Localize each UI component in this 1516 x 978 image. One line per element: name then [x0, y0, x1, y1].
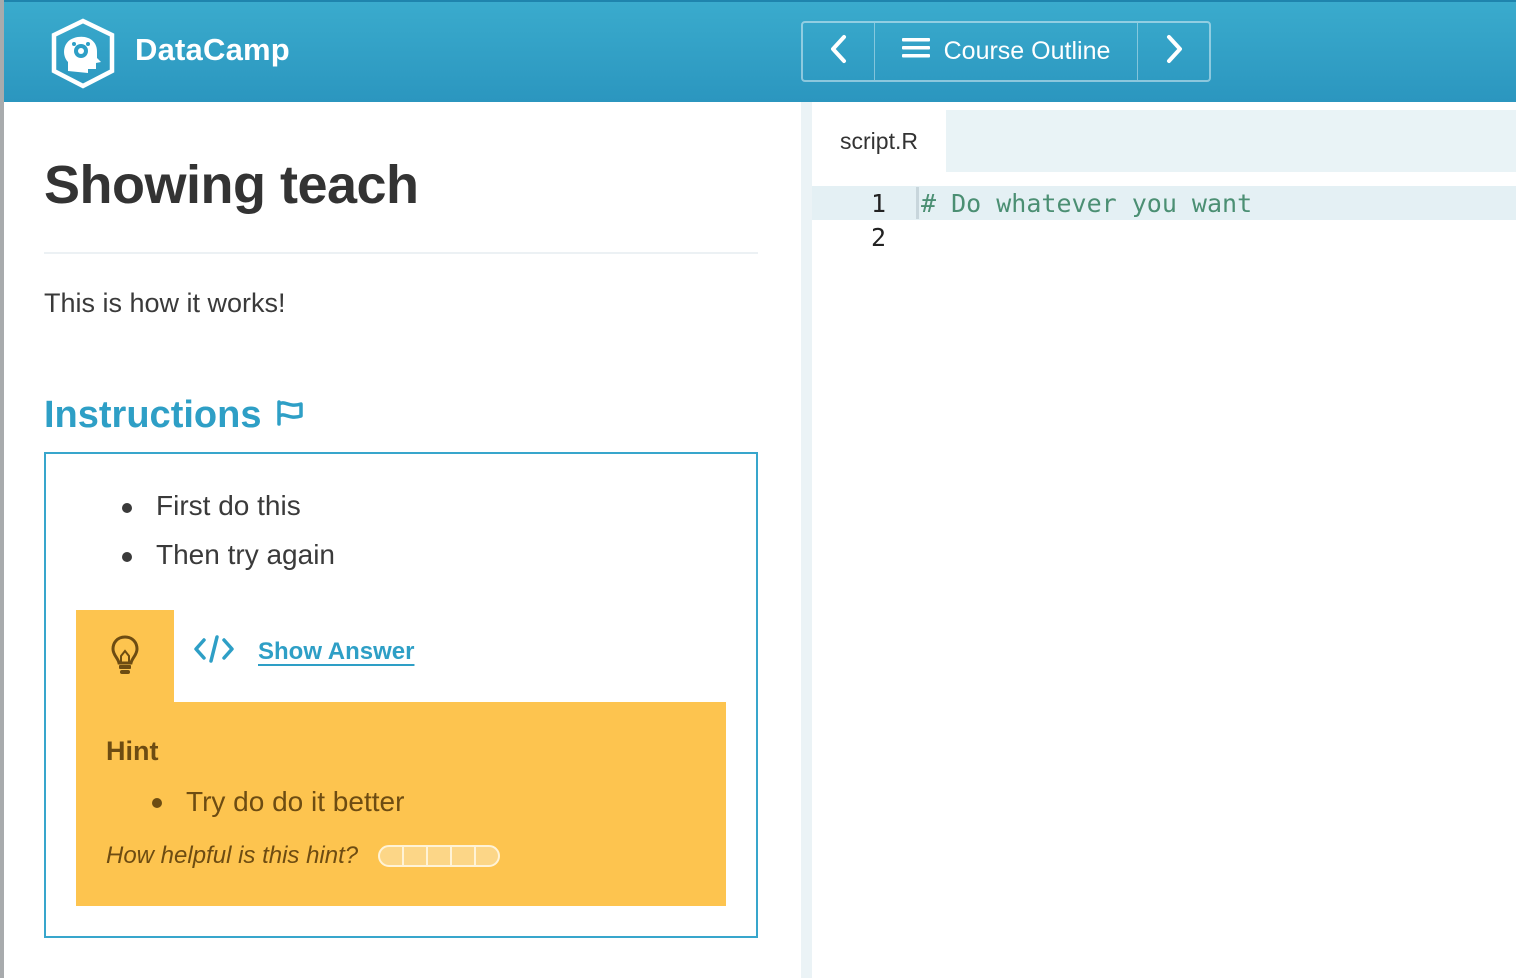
hint-item: Try do do it better [152, 782, 404, 822]
hint-rating-option-1[interactable] [380, 847, 405, 865]
app-window: DataCamp Course Outline Showing teach Th… [0, 0, 1516, 978]
instructions-box: First do this Then try again Show Answer… [44, 452, 758, 938]
title-divider [44, 252, 758, 254]
line-number: 1 [870, 188, 886, 218]
hint-tab-button[interactable] [76, 610, 174, 704]
brand-name[interactable]: DataCamp [135, 32, 290, 68]
hint-rating-option-3[interactable] [428, 847, 453, 865]
show-answer-control[interactable]: Show Answer [194, 634, 414, 669]
show-answer-link[interactable]: Show Answer [258, 638, 414, 666]
code-line[interactable]: 1 # Do whatever you want [812, 186, 1516, 220]
lightbulb-icon [110, 634, 140, 681]
code-area[interactable]: 1 # Do whatever you want 2 [812, 186, 1516, 254]
exercise-title: Showing teach [44, 155, 419, 215]
hint-rating-bar [378, 845, 501, 867]
top-header: DataCamp Course Outline [4, 0, 1516, 102]
gutter-spacer [916, 221, 919, 253]
previous-exercise-button[interactable] [803, 23, 875, 80]
hint-feedback: How helpful is this hint? [106, 842, 501, 870]
hint-feedback-question: How helpful is this hint? [106, 842, 359, 869]
code-line-text[interactable]: # Do whatever you want [921, 189, 1252, 218]
hint-rating-option-4[interactable] [452, 847, 477, 865]
course-navigation: Course Outline [801, 21, 1211, 82]
panel-splitter[interactable] [801, 102, 812, 978]
instruction-item: First do this [122, 484, 335, 533]
exercise-panel: Showing teach This is how it works! Inst… [4, 102, 801, 978]
instructions-heading: Instructions [44, 394, 305, 437]
hint-rating-option-5[interactable] [476, 847, 498, 865]
flag-icon [275, 394, 305, 437]
text-cursor [916, 187, 919, 219]
datacamp-logo-icon[interactable] [46, 18, 120, 90]
chevron-right-icon [1164, 34, 1184, 69]
course-outline-button[interactable]: Course Outline [875, 23, 1137, 80]
code-editor: script.R 1 # Do whatever you want 2 [812, 102, 1516, 978]
next-exercise-button[interactable] [1137, 23, 1209, 80]
instructions-heading-label: Instructions [44, 394, 262, 436]
line-number: 2 [870, 222, 886, 252]
course-outline-label: Course Outline [943, 37, 1111, 65]
hint-panel: Hint Try do do it better How helpful is … [76, 702, 726, 906]
chevron-left-icon [829, 34, 849, 69]
code-icon [194, 634, 234, 669]
instruction-item: Then try again [122, 533, 335, 582]
code-line[interactable]: 2 [812, 220, 1516, 254]
instructions-list: First do this Then try again [122, 484, 335, 582]
exercise-description: This is how it works! [44, 288, 286, 318]
hint-list: Try do do it better [152, 782, 404, 822]
hint-rating-option-2[interactable] [404, 847, 429, 865]
editor-tab-bar: script.R [812, 110, 1516, 172]
tab-script-r[interactable]: script.R [812, 110, 946, 172]
hamburger-menu-icon [901, 37, 930, 66]
hint-title: Hint [106, 736, 159, 766]
